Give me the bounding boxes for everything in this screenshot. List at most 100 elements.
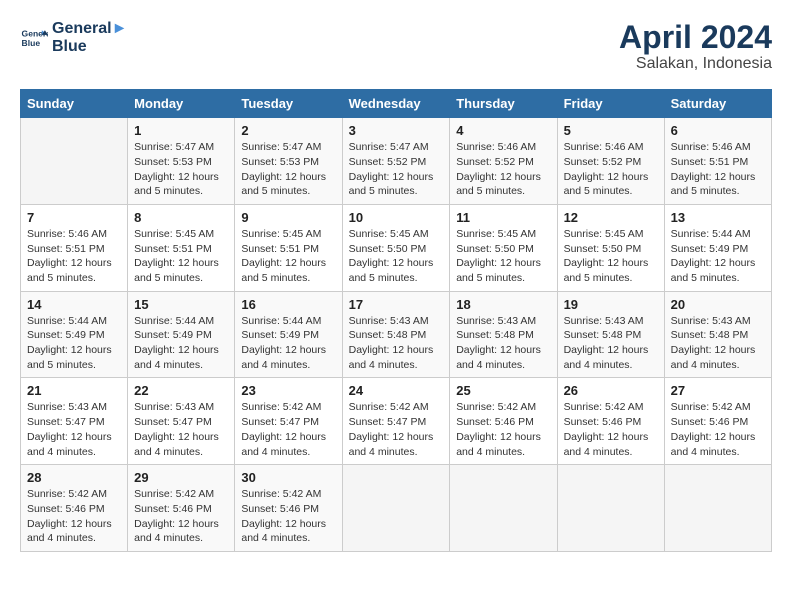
calendar-cell: 19Sunrise: 5:43 AM Sunset: 5:48 PM Dayli… bbox=[557, 291, 664, 378]
day-number: 6 bbox=[671, 123, 765, 138]
weekday-header: Sunday bbox=[21, 90, 128, 118]
day-info: Sunrise: 5:46 AM Sunset: 5:51 PM Dayligh… bbox=[671, 140, 765, 199]
day-info: Sunrise: 5:42 AM Sunset: 5:46 PM Dayligh… bbox=[456, 400, 550, 459]
calendar-cell: 17Sunrise: 5:43 AM Sunset: 5:48 PM Dayli… bbox=[342, 291, 450, 378]
calendar-cell: 28Sunrise: 5:42 AM Sunset: 5:46 PM Dayli… bbox=[21, 465, 128, 552]
day-info: Sunrise: 5:42 AM Sunset: 5:47 PM Dayligh… bbox=[349, 400, 444, 459]
day-number: 25 bbox=[456, 383, 550, 398]
calendar-cell: 25 Sunrise: 5:42 AM Sunset: 5:46 PM Dayli… bbox=[450, 378, 557, 465]
title-block: April 2024 Salakan, Indonesia bbox=[619, 20, 772, 73]
day-info: Sunrise: 5:42 AM Sunset: 5:46 PM Dayligh… bbox=[134, 487, 228, 546]
day-info: Sunrise: 5:44 AM Sunset: 5:49 PM Dayligh… bbox=[134, 314, 228, 373]
calendar-week-row: 1 Sunrise: 5:47 AM Sunset: 5:53 PM Daylig… bbox=[21, 118, 772, 205]
day-info: Sunrise: 5:46 AM Sunset: 5:52 PM Dayligh… bbox=[456, 140, 550, 199]
calendar-cell: 9Sunrise: 5:45 AM Sunset: 5:51 PM Daylig… bbox=[235, 204, 342, 291]
weekday-header: Friday bbox=[557, 90, 664, 118]
weekday-header: Saturday bbox=[664, 90, 771, 118]
day-info: Sunrise: 5:46 AM Sunset: 5:52 PM Dayligh… bbox=[564, 140, 658, 199]
day-number: 28 bbox=[27, 470, 121, 485]
logo-text2: Blue bbox=[52, 38, 127, 56]
calendar-cell: 16 Sunrise: 5:44 AM Sunset: 5:49 PM Dayli… bbox=[235, 291, 342, 378]
day-info: Sunrise: 5:42 AM Sunset: 5:46 PM Dayligh… bbox=[671, 400, 765, 459]
day-info: Sunrise: 5:46 AM Sunset: 5:51 PM Dayligh… bbox=[27, 227, 121, 286]
calendar-cell bbox=[21, 118, 128, 205]
location-title: Salakan, Indonesia bbox=[619, 55, 772, 73]
calendar-cell bbox=[450, 465, 557, 552]
calendar-cell: 3 Sunrise: 5:47 AM Sunset: 5:52 PM Daylig… bbox=[342, 118, 450, 205]
day-number: 30 bbox=[241, 470, 335, 485]
calendar-cell: 18 Sunrise: 5:43 AM Sunset: 5:48 PM Dayli… bbox=[450, 291, 557, 378]
calendar-cell: 27 Sunrise: 5:42 AM Sunset: 5:46 PM Dayli… bbox=[664, 378, 771, 465]
day-number: 26 bbox=[564, 383, 658, 398]
calendar-cell: 15 Sunrise: 5:44 AM Sunset: 5:49 PM Dayli… bbox=[128, 291, 235, 378]
day-info: Sunrise: 5:43 AM Sunset: 5:47 PM Dayligh… bbox=[134, 400, 228, 459]
day-number: 15 bbox=[134, 297, 228, 312]
day-info: Sunrise: 5:42 AM Sunset: 5:46 PM Dayligh… bbox=[564, 400, 658, 459]
weekday-header: Monday bbox=[128, 90, 235, 118]
day-info: Sunrise: 5:47 AM Sunset: 5:53 PM Dayligh… bbox=[241, 140, 335, 199]
header-row: SundayMondayTuesdayWednesdayThursdayFrid… bbox=[21, 90, 772, 118]
calendar-cell: 30 Sunrise: 5:42 AM Sunset: 5:46 PM Dayli… bbox=[235, 465, 342, 552]
logo: General Blue General► Blue bbox=[20, 20, 127, 55]
day-info: Sunrise: 5:43 AM Sunset: 5:48 PM Dayligh… bbox=[349, 314, 444, 373]
calendar-cell: 10 Sunrise: 5:45 AM Sunset: 5:50 PM Dayli… bbox=[342, 204, 450, 291]
day-info: Sunrise: 5:45 AM Sunset: 5:50 PM Dayligh… bbox=[564, 227, 658, 286]
day-info: Sunrise: 5:44 AM Sunset: 5:49 PM Dayligh… bbox=[671, 227, 765, 286]
day-number: 14 bbox=[27, 297, 121, 312]
day-number: 23 bbox=[241, 383, 335, 398]
day-info: Sunrise: 5:45 AM Sunset: 5:51 PM Dayligh… bbox=[134, 227, 228, 286]
day-number: 13 bbox=[671, 210, 765, 225]
calendar-cell: 4 Sunrise: 5:46 AM Sunset: 5:52 PM Daylig… bbox=[450, 118, 557, 205]
calendar-cell: 29Sunrise: 5:42 AM Sunset: 5:46 PM Dayli… bbox=[128, 465, 235, 552]
day-number: 19 bbox=[564, 297, 658, 312]
day-number: 11 bbox=[456, 210, 550, 225]
calendar-cell: 6 Sunrise: 5:46 AM Sunset: 5:51 PM Daylig… bbox=[664, 118, 771, 205]
calendar-cell: 1Sunrise: 5:47 AM Sunset: 5:53 PM Daylig… bbox=[128, 118, 235, 205]
calendar-cell: 22 Sunrise: 5:43 AM Sunset: 5:47 PM Dayli… bbox=[128, 378, 235, 465]
calendar-table: SundayMondayTuesdayWednesdayThursdayFrid… bbox=[20, 89, 772, 552]
day-number: 7 bbox=[27, 210, 121, 225]
day-info: Sunrise: 5:45 AM Sunset: 5:51 PM Dayligh… bbox=[241, 227, 335, 286]
calendar-cell: 26 Sunrise: 5:42 AM Sunset: 5:46 PM Dayli… bbox=[557, 378, 664, 465]
day-info: Sunrise: 5:42 AM Sunset: 5:47 PM Dayligh… bbox=[241, 400, 335, 459]
calendar-cell bbox=[664, 465, 771, 552]
calendar-cell: 11 Sunrise: 5:45 AM Sunset: 5:50 PM Dayli… bbox=[450, 204, 557, 291]
day-info: Sunrise: 5:45 AM Sunset: 5:50 PM Dayligh… bbox=[349, 227, 444, 286]
calendar-cell: 7 Sunrise: 5:46 AM Sunset: 5:51 PM Daylig… bbox=[21, 204, 128, 291]
day-number: 22 bbox=[134, 383, 228, 398]
day-info: Sunrise: 5:44 AM Sunset: 5:49 PM Dayligh… bbox=[27, 314, 121, 373]
calendar-cell: 2Sunrise: 5:47 AM Sunset: 5:53 PM Daylig… bbox=[235, 118, 342, 205]
day-info: Sunrise: 5:43 AM Sunset: 5:48 PM Dayligh… bbox=[456, 314, 550, 373]
calendar-week-row: 7 Sunrise: 5:46 AM Sunset: 5:51 PM Daylig… bbox=[21, 204, 772, 291]
day-number: 5 bbox=[564, 123, 658, 138]
calendar-cell: 21 Sunrise: 5:43 AM Sunset: 5:47 PM Dayli… bbox=[21, 378, 128, 465]
calendar-cell: 24 Sunrise: 5:42 AM Sunset: 5:47 PM Dayli… bbox=[342, 378, 450, 465]
day-info: Sunrise: 5:42 AM Sunset: 5:46 PM Dayligh… bbox=[241, 487, 335, 546]
day-number: 18 bbox=[456, 297, 550, 312]
day-number: 16 bbox=[241, 297, 335, 312]
calendar-cell: 13 Sunrise: 5:44 AM Sunset: 5:49 PM Dayli… bbox=[664, 204, 771, 291]
day-number: 12 bbox=[564, 210, 658, 225]
day-number: 10 bbox=[349, 210, 444, 225]
logo-text: General► bbox=[52, 20, 127, 38]
day-number: 20 bbox=[671, 297, 765, 312]
day-info: Sunrise: 5:43 AM Sunset: 5:47 PM Dayligh… bbox=[27, 400, 121, 459]
calendar-cell: 14 Sunrise: 5:44 AM Sunset: 5:49 PM Dayli… bbox=[21, 291, 128, 378]
calendar-cell: 23 Sunrise: 5:42 AM Sunset: 5:47 PM Dayli… bbox=[235, 378, 342, 465]
day-number: 1 bbox=[134, 123, 228, 138]
calendar-cell bbox=[342, 465, 450, 552]
calendar-cell: 12 Sunrise: 5:45 AM Sunset: 5:50 PM Dayli… bbox=[557, 204, 664, 291]
day-number: 24 bbox=[349, 383, 444, 398]
day-info: Sunrise: 5:45 AM Sunset: 5:50 PM Dayligh… bbox=[456, 227, 550, 286]
month-title: April 2024 bbox=[619, 20, 772, 55]
calendar-cell: 20 Sunrise: 5:43 AM Sunset: 5:48 PM Dayli… bbox=[664, 291, 771, 378]
day-number: 21 bbox=[27, 383, 121, 398]
day-number: 4 bbox=[456, 123, 550, 138]
day-info: Sunrise: 5:44 AM Sunset: 5:49 PM Dayligh… bbox=[241, 314, 335, 373]
day-info: Sunrise: 5:43 AM Sunset: 5:48 PM Dayligh… bbox=[671, 314, 765, 373]
day-number: 3 bbox=[349, 123, 444, 138]
day-info: Sunrise: 5:47 AM Sunset: 5:52 PM Dayligh… bbox=[349, 140, 444, 199]
calendar-header: SundayMondayTuesdayWednesdayThursdayFrid… bbox=[21, 90, 772, 118]
weekday-header: Tuesday bbox=[235, 90, 342, 118]
day-number: 27 bbox=[671, 383, 765, 398]
